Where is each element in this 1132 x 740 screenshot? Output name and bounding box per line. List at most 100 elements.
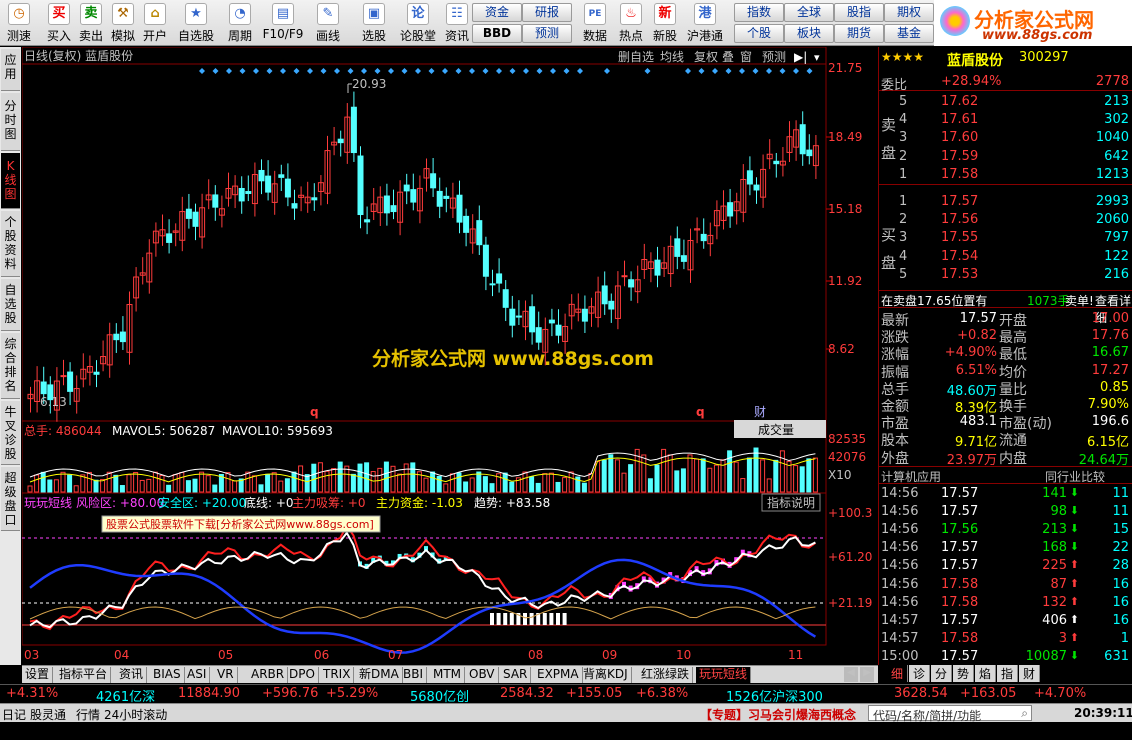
data-button[interactable]: PE 数据 [578,2,612,44]
right-tab-6[interactable]: 财 [1019,665,1040,682]
buy-level-5[interactable]: 5 17.53 216 [879,266,1132,284]
hk-connect-button[interactable]: 港沪港通 [684,2,726,44]
indicator-tab-15[interactable]: 背离KDJ [580,667,632,683]
tab-diagnosis[interactable]: 牛叉诊股 [1,401,20,465]
volume-bar [568,471,574,493]
indicator-tab-1[interactable]: 指标平台 [56,667,112,683]
period-button[interactable]: ◔ 周期 [222,2,258,44]
sell-volume: 642 [1104,148,1129,164]
stock-index-button[interactable]: 股指 [834,3,884,22]
sell-level-2[interactable]: 4 17.61 302 [879,111,1132,129]
indicator-tab-10[interactable]: BBI [400,667,428,683]
speedtest-button[interactable]: ◷ 测速 [2,2,36,44]
fund-button[interactable]: 基金 [884,24,934,43]
tab-ranking[interactable]: 综合排名 [1,333,20,399]
indicator-tab-4[interactable]: ASI [184,667,211,683]
open-account-button[interactable]: ⌂ 开户 [138,2,172,44]
indicator-tab-13[interactable]: SAR [500,667,532,683]
right-tab-2[interactable]: 分 [931,665,952,682]
stock-button[interactable]: 个股 [734,24,784,43]
indicator-tab-9[interactable]: 新DMA [356,667,403,683]
sell-level-3[interactable]: 3 17.60 1040 [879,129,1132,147]
index-button[interactable]: 指数 [734,3,784,22]
tab-watchlist[interactable]: 自选股 [1,279,20,331]
forum-button[interactable]: 论论股堂 [398,2,438,44]
right-tab-4[interactable]: 焰 [975,665,996,682]
tab-apps[interactable]: 应用 [1,49,20,91]
search-input[interactable]: 代码/名称/简拼/功能 ⌕ [868,705,1032,723]
sell-level-1[interactable]: 5 17.62 213 [879,93,1132,111]
f10-button[interactable]: ▤ F10/F9 [262,2,304,44]
sell-level-4[interactable]: 2 17.59 642 [879,148,1132,166]
indicator-tab-17[interactable]: 玩玩短线 [696,667,752,683]
buy-level-4[interactable]: 4 17.54 122 [879,248,1132,266]
buy-button[interactable]: 买买入 [42,2,76,44]
tab-stock-info[interactable]: 个股资料 [1,211,20,277]
gulingtong-link[interactable]: 股灵通 [30,706,66,723]
watchlist-button[interactable]: ★ 自选股 [176,2,216,44]
global-button[interactable]: 全球 [784,3,834,22]
zijin-button[interactable]: 资金 [472,3,522,22]
buy-level-3[interactable]: 3 17.55 797 [879,229,1132,247]
options-button[interactable]: 期权 [884,3,934,22]
stock-select-button[interactable]: ▣ 选股 [356,2,392,44]
chart-btn-2[interactable]: 复权 [694,50,718,64]
price-axis-label-0: 21.75 [828,61,862,75]
buy-level-1[interactable]: 1 17.57 2993 [879,193,1132,211]
bbd-button[interactable]: BBD [472,24,522,43]
indicator-tab-5[interactable]: VR [214,667,238,683]
industry-name[interactable]: 计算机应用 [881,468,941,485]
big-order-alert[interactable]: 在卖盘17.65位置有 1073手 卖单! 查看详细 [879,290,1132,325]
volume-bar [449,473,455,493]
market-link[interactable]: 行情 [76,706,100,723]
kline-chart-area[interactable]: 日线(复权) 蓝盾股份 删自选 均线 复权叠窗预测 ▶| ▾ 21.75 18.49 15.… [22,47,878,665]
forecast-button[interactable]: 预测 [522,24,572,43]
right-tab-3[interactable]: 势 [953,665,974,682]
indicator-tab-0[interactable]: 设置 [22,667,54,683]
sector-button[interactable]: 板块 [784,24,834,43]
news-ticker[interactable]: 【专题】习马会引爆海西概念 [700,706,856,723]
tab-scroll-right-icon[interactable]: ▶ [860,667,874,682]
arrow-down-icon: ⬇ [1069,540,1079,554]
chart-btn-4[interactable]: 窗 [740,50,752,64]
buy-level-2[interactable]: 2 17.56 2060 [879,211,1132,229]
right-tab-1[interactable]: 诊 [909,665,930,682]
research-button[interactable]: 研报 [522,3,572,22]
futures-button[interactable]: 期货 [834,24,884,43]
tick-count: 1 [1120,630,1129,646]
indicator-tab-11[interactable]: MTM [430,667,466,683]
kline-chart[interactable]: 日线(复权) 蓝盾股份 删自选 均线 复权叠窗预测 ▶| ▾ 21.75 18.49 15.… [22,47,878,665]
tab-scroll-left-icon[interactable]: ◀ [844,667,858,682]
indicator-tab-3[interactable]: BIAS [150,667,185,683]
simulate-button[interactable]: ⚒ 模拟 [106,2,140,44]
sell-button[interactable]: 卖卖出 [74,2,108,44]
indicator-tab-14[interactable]: EXPMA [534,667,583,683]
right-tab-5[interactable]: 指 [997,665,1018,682]
indicator-tab-8[interactable]: TRIX [320,667,355,683]
indicator-tab-16[interactable]: 红涨绿跌 [638,667,694,683]
right-tab-0[interactable]: 细 [887,665,908,682]
diary-link[interactable]: 日记 [2,706,26,723]
news-scroll-link[interactable]: 24小时滚动 [104,706,167,723]
indicator-tab-6[interactable]: ARBR [248,667,289,683]
news-button[interactable]: ☷ 资讯 [440,2,474,44]
indicator-tab-12[interactable]: OBV [466,667,499,683]
industry-compare-button[interactable]: 同行业比较 [1045,468,1105,485]
chart-btn-3[interactable]: 叠 [722,50,734,64]
chart-play-icon[interactable]: ▶| [794,50,807,64]
chart-btn-5[interactable]: 预测 [762,50,786,64]
tab-timeshare[interactable]: 分时图 [1,93,20,151]
hotspot-button[interactable]: ♨ 热点 [614,2,648,44]
sell-level-5[interactable]: 1 17.58 1213 [879,166,1132,184]
tab-kline[interactable]: K线图 [1,153,20,209]
indicator-tab-2[interactable]: 资讯 [116,667,148,683]
chart-btn-0[interactable]: 删自选 [618,50,654,64]
indicator-tab-7[interactable]: DPO [286,667,319,683]
new-stock-button[interactable]: 新新股 [648,2,682,44]
draw-line-button[interactable]: ✎ 画线 [310,2,346,44]
volume-bar [265,473,271,493]
chart-menu-icon[interactable]: ▾ [814,51,820,64]
search-icon[interactable]: ⌕ [1021,706,1028,721]
chart-btn-1[interactable]: 均线 [660,50,684,64]
tab-super-board[interactable]: 超级盘口 [1,467,20,531]
